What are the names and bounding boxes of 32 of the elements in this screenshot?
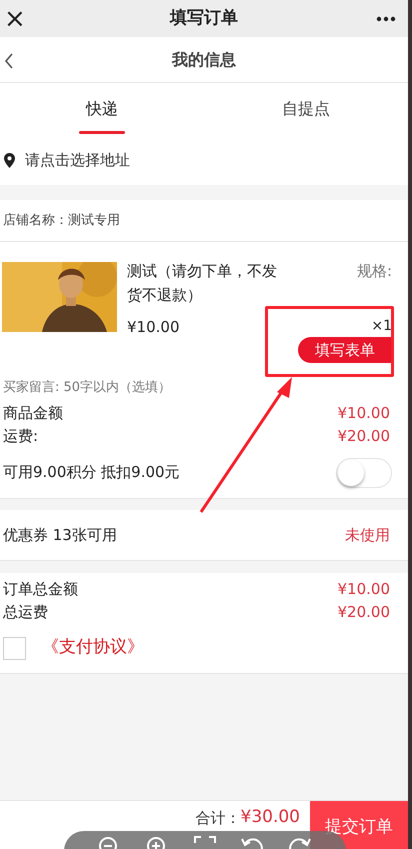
summary-label: 运费: xyxy=(3,426,38,446)
back-icon[interactable] xyxy=(4,53,14,69)
summary-amount: ¥20.00 xyxy=(338,426,390,446)
total-amount: ¥10.00 xyxy=(338,579,390,600)
section-title: 我的信息 xyxy=(172,48,236,70)
summary-amount: ¥10.00 xyxy=(338,403,390,424)
delivery-tab[interactable]: 快递 xyxy=(0,83,204,135)
message-field[interactable]: 买家留言: 50字以内（选填） xyxy=(3,378,172,398)
fill-form-button[interactable]: 填写表单 xyxy=(298,337,392,363)
product-title: 测试（请勿下单，不发货不退款） xyxy=(127,261,277,306)
total-amount: ¥30.00 xyxy=(240,806,300,830)
store-name: 店铺名称：测试专用 xyxy=(3,212,120,230)
address-field[interactable]: 请点击选择地址 xyxy=(0,135,408,185)
total-label: 合计： xyxy=(196,808,241,829)
page-title: 填写订单 xyxy=(170,6,238,30)
delivery-tab[interactable]: 自提点 xyxy=(204,83,408,135)
product-quantity: ×1 xyxy=(371,317,392,336)
more-icon[interactable] xyxy=(376,16,396,22)
coupon-label: 优惠券 13张可用 xyxy=(3,524,117,546)
total-label: 总运费 xyxy=(3,602,48,622)
close-button[interactable]: × xyxy=(4,6,36,32)
summary-label: 商品金额 xyxy=(3,403,63,424)
spec-label: 规格: xyxy=(356,261,392,282)
points-toggle[interactable] xyxy=(336,458,392,488)
agreement-link[interactable]: 《支付协议》 xyxy=(42,635,144,661)
location-pin-icon xyxy=(4,152,15,168)
coupon-status: 未使用 xyxy=(345,524,390,546)
total-amount: ¥20.00 xyxy=(338,602,390,622)
product-price: ¥10.00 xyxy=(127,317,180,338)
points-label: 可用9.00积分 抵扣9.00元 xyxy=(3,462,180,484)
total-label: 订单总金额 xyxy=(3,579,78,600)
agreement-checkbox[interactable] xyxy=(3,636,26,660)
